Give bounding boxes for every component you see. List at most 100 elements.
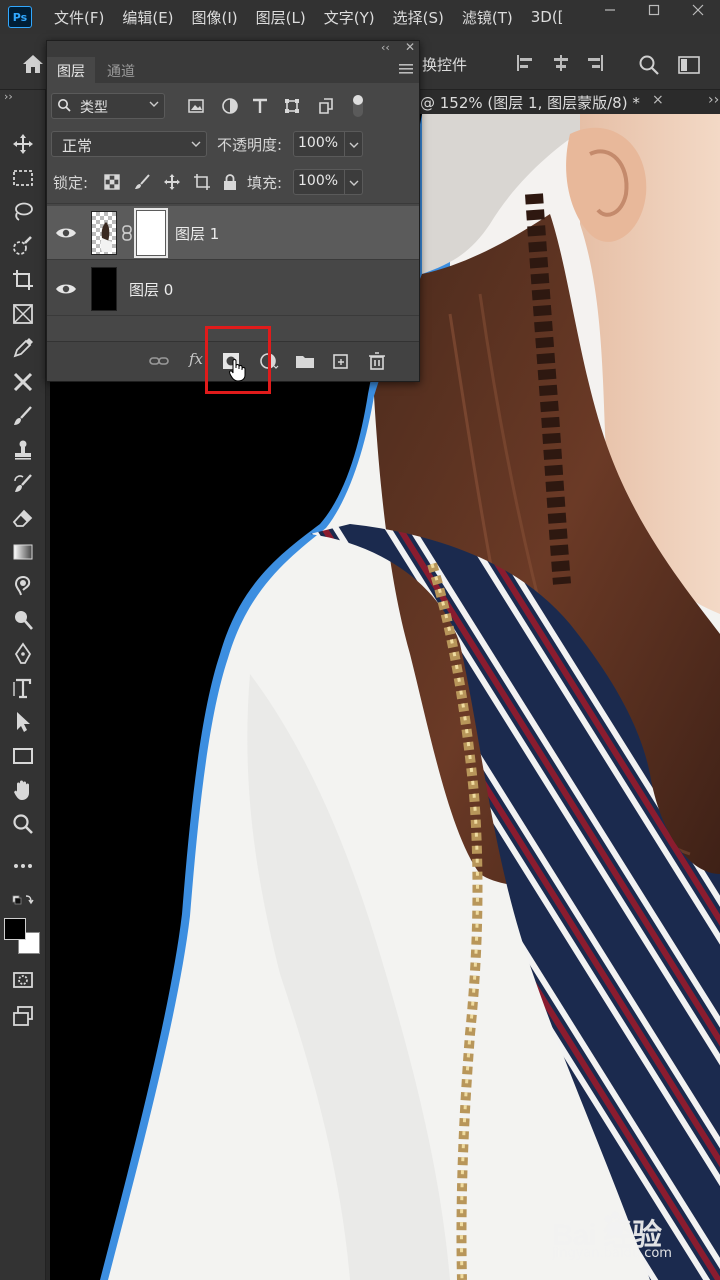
crop-tool[interactable] <box>9 266 37 294</box>
layer-thumbnail[interactable] <box>91 211 117 255</box>
chevron-down-icon <box>349 142 359 148</box>
more-tools[interactable] <box>9 852 37 880</box>
document-tab-strip: @ 152% (图层 1, 图层蒙版/8) * × ›› <box>420 90 720 114</box>
brush-tool[interactable] <box>9 402 37 430</box>
document-tab-title[interactable]: @ 152% (图层 1, 图层蒙版/8) * <box>420 92 640 113</box>
clone-stamp-tool[interactable] <box>9 436 37 464</box>
fill-dropdown-button[interactable] <box>345 169 363 195</box>
rectangle-tool[interactable] <box>9 742 37 770</box>
layer-name[interactable]: 图层 0 <box>129 279 173 300</box>
show-transform-controls-label[interactable]: 换控件 <box>422 54 467 75</box>
quick-selection-tool[interactable] <box>9 232 37 260</box>
home-icon[interactable] <box>22 54 44 74</box>
layer-list: 图层 1 图层 0 <box>47 203 419 341</box>
new-group-folder-icon[interactable] <box>295 352 315 370</box>
blend-mode-select[interactable]: 正常 <box>51 131 207 157</box>
maximize-button[interactable] <box>632 0 676 20</box>
filter-type-icon[interactable] <box>251 97 269 115</box>
new-adjustment-layer-icon[interactable] <box>259 352 279 370</box>
menu-file[interactable]: 文件(F) <box>54 7 104 28</box>
layer-mask-thumbnail[interactable] <box>134 208 168 258</box>
zoom-tool[interactable] <box>9 810 37 838</box>
search-icon[interactable] <box>638 54 660 76</box>
smudge-tool[interactable] <box>9 572 37 600</box>
layer-name[interactable]: 图层 1 <box>175 223 219 244</box>
lock-image-pixels-icon[interactable] <box>133 173 151 191</box>
lock-transparent-pixels-icon[interactable] <box>103 173 121 191</box>
close-window-button[interactable] <box>676 0 720 20</box>
menu-layer[interactable]: 图层(L) <box>256 7 306 28</box>
layer-row-layer-1[interactable]: 图层 1 <box>47 206 419 260</box>
fill-input[interactable]: 100% <box>293 169 345 195</box>
tab-channels[interactable]: 通道 <box>97 57 145 83</box>
toolbar-collapse-icon[interactable]: ›› <box>4 90 13 103</box>
panel-menu-icon[interactable] <box>399 63 413 75</box>
path-selection-tool[interactable] <box>9 708 37 736</box>
delete-layer-trash-icon[interactable] <box>367 352 387 370</box>
pen-tool[interactable] <box>9 640 37 668</box>
marquee-tool[interactable] <box>9 164 37 192</box>
filter-adjustment-icon[interactable] <box>221 97 239 115</box>
menu-image[interactable]: 图像(I) <box>192 7 238 28</box>
filter-pixel-icon[interactable] <box>187 97 205 115</box>
lock-position-icon[interactable] <box>163 173 181 191</box>
menu-bar: Ps 文件(F) 编辑(E) 图像(I) 图层(L) 文字(Y) 选择(S) 滤… <box>0 0 720 34</box>
visibility-eye-icon[interactable] <box>55 224 77 242</box>
opacity-dropdown-button[interactable] <box>345 131 363 157</box>
eyedropper-tool[interactable] <box>9 334 37 362</box>
layer-thumbnail[interactable] <box>91 267 117 311</box>
align-center-icon[interactable] <box>552 54 570 72</box>
screen-mode[interactable] <box>9 1002 37 1030</box>
opacity-input[interactable]: 100% <box>293 131 345 157</box>
healing-brush-icon <box>13 372 33 392</box>
layer-style-fx-icon[interactable]: fx <box>189 350 209 368</box>
type-tool[interactable] <box>9 674 37 702</box>
hand-tool[interactable] <box>9 776 37 804</box>
workspace-icon[interactable] <box>678 56 700 74</box>
gradient-tool[interactable] <box>9 538 37 566</box>
quick-mask-mode[interactable] <box>9 966 37 994</box>
panel-tabs: 图层 通道 <box>47 57 419 83</box>
foreground-background-colors[interactable] <box>4 918 42 956</box>
tab-layers[interactable]: 图层 <box>47 57 95 83</box>
filter-toggle-switch[interactable] <box>353 95 363 117</box>
chevron-down-icon <box>191 141 201 147</box>
panel-close-icon[interactable]: ✕ <box>405 40 415 54</box>
menu-filter[interactable]: 滤镜(T) <box>462 7 513 28</box>
screen-mode-icon <box>13 1006 33 1026</box>
menu-3d[interactable]: 3D([ <box>531 8 564 26</box>
document-tab-close-icon[interactable]: × <box>652 92 664 108</box>
swap-colors[interactable] <box>9 890 37 918</box>
layer-row-layer-0[interactable]: 图层 0 <box>47 262 419 316</box>
history-brush-tool[interactable] <box>9 470 37 498</box>
menu-type[interactable]: 文字(Y) <box>324 7 375 28</box>
frame-tool[interactable] <box>9 300 37 328</box>
filter-smart-object-icon[interactable] <box>317 97 335 115</box>
expand-panels-icon[interactable]: ›› <box>708 92 719 108</box>
chevron-down-icon <box>349 180 359 186</box>
lock-artboard-icon[interactable] <box>193 173 211 191</box>
eraser-tool[interactable] <box>9 504 37 532</box>
move-tool[interactable] <box>9 130 37 158</box>
baidu-jingyan-watermark: Bai 经验 jingyan.baidu.com <box>552 1210 712 1270</box>
lasso-tool[interactable] <box>9 198 37 226</box>
filter-shape-icon[interactable] <box>283 97 301 115</box>
hand-icon <box>14 780 29 800</box>
foreground-color-swatch[interactable] <box>4 918 26 940</box>
pen-icon <box>14 642 32 664</box>
healing-brush-tool[interactable] <box>9 368 37 396</box>
menu-edit[interactable]: 编辑(E) <box>122 7 173 28</box>
panel-title-bar[interactable]: ‹‹ ✕ <box>47 40 419 57</box>
link-chain-icon[interactable] <box>121 225 133 241</box>
new-layer-icon[interactable] <box>331 352 351 370</box>
menu-select[interactable]: 选择(S) <box>393 7 444 28</box>
align-right-icon[interactable] <box>586 54 604 72</box>
lock-all-icon[interactable] <box>221 173 239 191</box>
minimize-button[interactable] <box>588 0 632 20</box>
link-layers-icon[interactable] <box>149 352 169 370</box>
visibility-eye-icon[interactable] <box>55 280 77 298</box>
window-controls <box>588 0 720 20</box>
dodge-tool[interactable] <box>9 606 37 634</box>
align-left-icon[interactable] <box>516 54 534 72</box>
panel-collapse-icon[interactable]: ‹‹ <box>381 41 390 54</box>
